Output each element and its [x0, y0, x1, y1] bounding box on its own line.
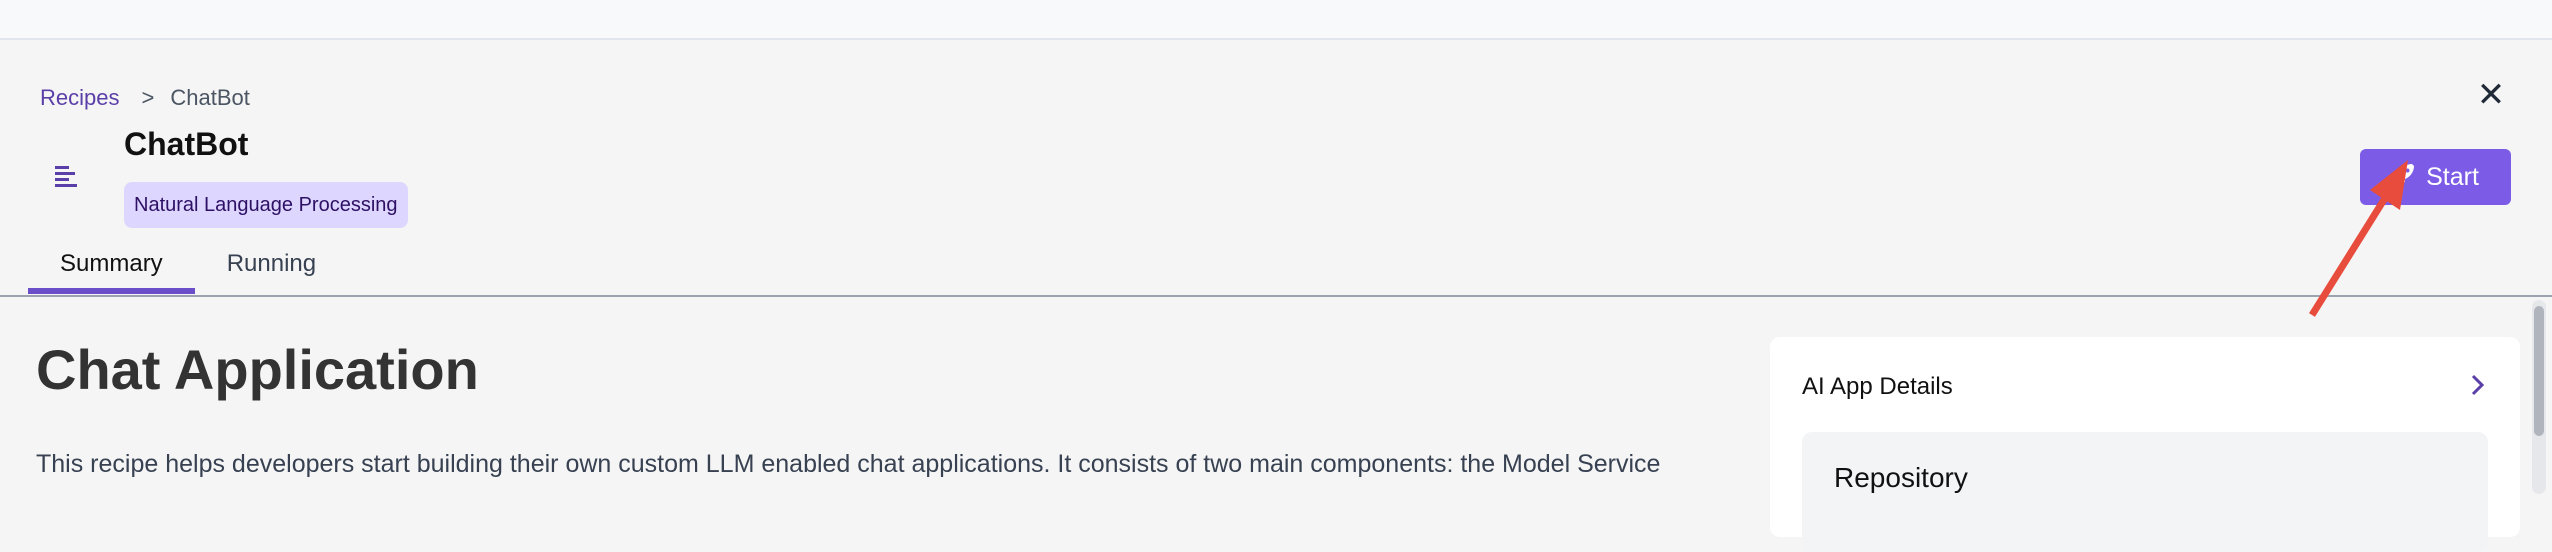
repository-section: Repository [1802, 432, 2488, 552]
annotation-arrow-icon [2300, 160, 2420, 325]
category-tag-label: Natural Language Processing [134, 193, 398, 216]
tab-running-label: Running [226, 250, 317, 277]
breadcrumb-recipes-link[interactable]: Recipes [40, 84, 119, 112]
scrollbar[interactable] [2532, 300, 2546, 494]
close-icon[interactable]: ✕ [2476, 76, 2506, 114]
chevron-right-icon[interactable] [2470, 373, 2486, 402]
list-icon [55, 164, 81, 193]
tab-summary-label: Summary [60, 250, 163, 277]
breadcrumb-separator: > [141, 85, 155, 110]
content-heading: Chat Application [36, 338, 479, 401]
tab-running[interactable]: Running [195, 244, 348, 294]
breadcrumb-current: ChatBot [170, 85, 250, 110]
ai-app-details-card: AI App Details Repository [1770, 337, 2520, 552]
tab-bar: Summary Running [28, 244, 348, 294]
repository-label: Repository [1834, 462, 1968, 493]
tab-summary[interactable]: Summary [28, 244, 195, 294]
ai-app-details-title[interactable]: AI App Details [1802, 373, 1953, 401]
category-tag: Natural Language Processing [124, 182, 408, 228]
page-title: ChatBot [124, 126, 249, 162]
breadcrumb: Recipes > ChatBot [40, 84, 250, 112]
scrollbar-thumb[interactable] [2534, 306, 2544, 436]
content-paragraph: This recipe helps developers start build… [36, 450, 1661, 478]
start-button-label: Start [2426, 162, 2479, 191]
recipe-header [0, 40, 2552, 296]
summary-content: Chat Application This recipe helps devel… [0, 297, 2552, 552]
top-bar [0, 0, 2552, 40]
